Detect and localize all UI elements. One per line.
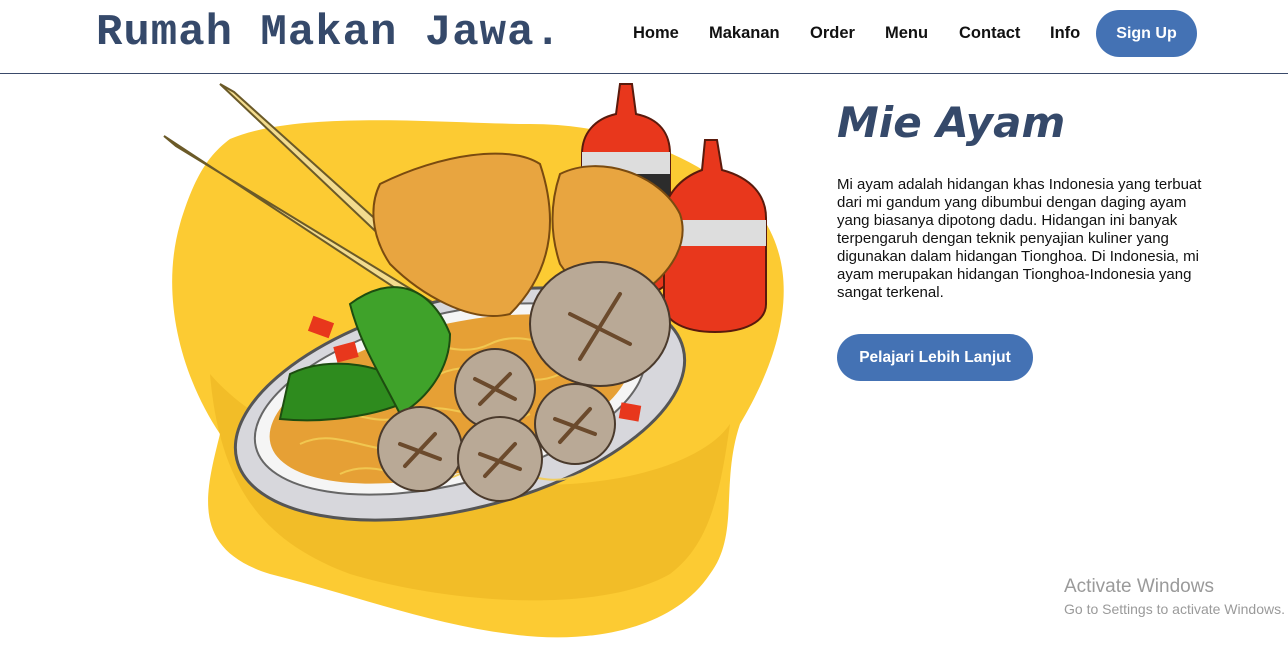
watermark-title: Activate Windows xyxy=(1064,576,1214,597)
nav-link-contact[interactable]: Contact xyxy=(959,24,1020,43)
nav-link-order[interactable]: Order xyxy=(810,24,855,43)
nav-link-home[interactable]: Home xyxy=(633,24,679,43)
nav-link-makanan[interactable]: Makanan xyxy=(709,24,780,43)
windows-activation-watermark: Activate Windows Go to Settings to activ… xyxy=(1064,576,1285,620)
page-title: Mie Ayam xyxy=(837,98,1066,147)
dish-description: Mi ayam adalah hidangan khas Indonesia y… xyxy=(837,176,1202,301)
watermark-subtitle: Go to Settings to activate Windows. xyxy=(1064,601,1285,617)
mie-ayam-illustration xyxy=(150,74,790,649)
sign-up-button[interactable]: Sign Up xyxy=(1096,10,1197,57)
site-logo-text[interactable]: Rumah Makan Jawa. xyxy=(96,8,562,58)
navbar: Rumah Makan Jawa. Home Makanan Order Men… xyxy=(0,0,1288,74)
nav-link-menu[interactable]: Menu xyxy=(885,24,928,43)
nav-link-info[interactable]: Info xyxy=(1050,24,1080,43)
learn-more-button[interactable]: Pelajari Lebih Lanjut xyxy=(837,334,1033,381)
